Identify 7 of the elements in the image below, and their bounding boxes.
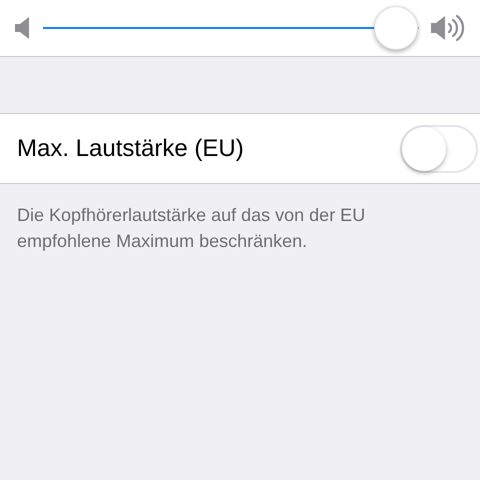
slider-thumb[interactable] (374, 6, 418, 50)
toggle-switch[interactable] (400, 124, 478, 172)
volume-slider[interactable] (43, 6, 419, 50)
footer-note: Die Kopfhörerlautstärke auf das von der EU empfohlene Maximum beschränken. (16, 204, 366, 253)
row-label: Max. Lautstärke (EU) (17, 134, 244, 164)
speaker-loud-icon (431, 13, 465, 43)
speaker-low-icon (15, 17, 31, 39)
